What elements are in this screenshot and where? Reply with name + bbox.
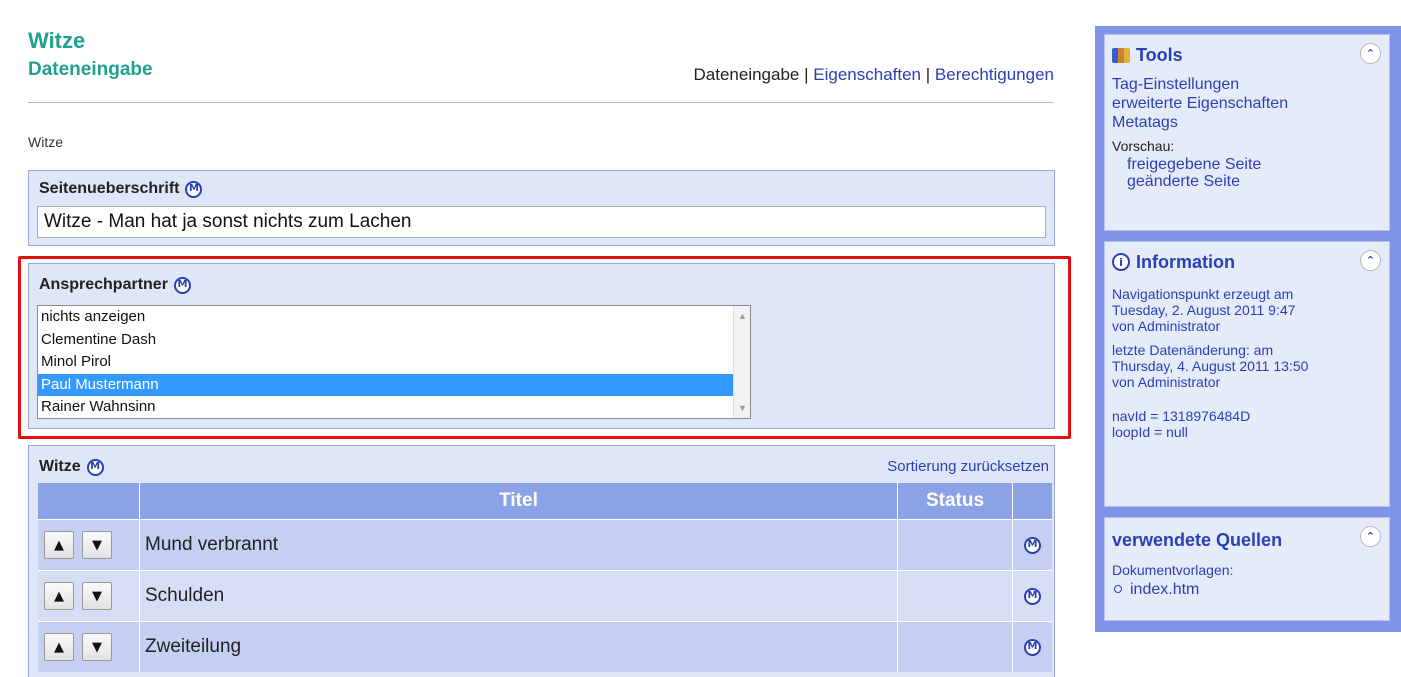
page-subtitle: Dateneingabe bbox=[28, 59, 153, 80]
table-row: ▲ ▼ Schulden M bbox=[38, 570, 1052, 621]
header-divider bbox=[28, 102, 1054, 103]
page-heading-input[interactable] bbox=[37, 206, 1046, 238]
metadata-icon[interactable]: M bbox=[1024, 536, 1041, 554]
tab-eigenschaften[interactable]: Eigenschaften bbox=[813, 65, 921, 84]
metadata-icon[interactable]: M bbox=[86, 458, 104, 476]
jokes-list-label: Witze bbox=[39, 458, 81, 475]
tools-panel-title: Tools bbox=[1136, 44, 1183, 65]
sources-panel: verwendete Quellen ⌃ Dokumentvorlagen: i… bbox=[1104, 517, 1390, 621]
move-down-button[interactable]: ▼ bbox=[82, 582, 112, 610]
published-page-link[interactable]: freigegebene Seite bbox=[1112, 156, 1382, 173]
changed-page-link[interactable]: geänderte Seite bbox=[1112, 173, 1382, 190]
move-down-button[interactable]: ▼ bbox=[82, 531, 112, 559]
page-heading-field: Seitenueberschrift M bbox=[28, 170, 1055, 246]
preview-label: Vorschau: bbox=[1112, 138, 1175, 154]
changed-text-3: von Administrator bbox=[1112, 374, 1221, 390]
created-text-1: Navigationspunkt erzeugt am bbox=[1112, 286, 1294, 302]
loop-id-text: loopId = null bbox=[1112, 424, 1188, 440]
changed-text-2: Thursday, 4. August 2011 13:50 bbox=[1112, 358, 1309, 374]
breadcrumb: Witze bbox=[28, 134, 63, 150]
templates-label: Dokumentvorlagen: bbox=[1112, 562, 1234, 578]
row-title[interactable]: Zweiteilung bbox=[139, 622, 897, 672]
extended-properties-link[interactable]: erweiterte Eigenschaften bbox=[1112, 94, 1382, 113]
source-item-index[interactable]: index.htm bbox=[1112, 580, 1382, 599]
jokes-list-field: Witze M Sortierung zurücksetzen Titel St… bbox=[28, 445, 1055, 677]
tab-navigation: Dateneingabe | Eigenschaften | Berechtig… bbox=[694, 65, 1055, 85]
row-status bbox=[897, 520, 1012, 570]
collapse-icon[interactable]: ⌃ bbox=[1360, 250, 1381, 271]
metadata-icon[interactable]: M bbox=[1024, 638, 1041, 656]
app-title: Witze bbox=[28, 28, 86, 53]
tag-settings-link[interactable]: Tag-Einstellungen bbox=[1112, 75, 1382, 94]
created-text-3: von Administrator bbox=[1112, 318, 1221, 334]
table-header: Titel Status bbox=[38, 483, 1052, 519]
highlight-frame bbox=[18, 256, 1071, 439]
row-status bbox=[897, 571, 1012, 621]
row-status bbox=[897, 622, 1012, 672]
table-row: ▲ ▼ Mund verbrannt M bbox=[38, 519, 1052, 570]
info-icon: i bbox=[1112, 253, 1130, 271]
information-panel-title: Information bbox=[1136, 251, 1235, 272]
collapse-icon[interactable]: ⌃ bbox=[1360, 43, 1381, 64]
collapse-icon[interactable]: ⌃ bbox=[1360, 526, 1381, 547]
tools-panel: Tools ⌃ Tag-Einstellungen erweiterte Eig… bbox=[1104, 34, 1390, 231]
metadata-icon[interactable]: M bbox=[185, 180, 203, 198]
column-header-title: Titel bbox=[139, 483, 897, 519]
tab-separator: | bbox=[925, 65, 931, 84]
move-down-button[interactable]: ▼ bbox=[82, 633, 112, 661]
column-header-status: Status bbox=[897, 483, 1012, 519]
jokes-table: Titel Status ▲ ▼ Mund verbrannt M ▲ ▼ Sc… bbox=[38, 483, 1052, 672]
tab-dateneingabe: Dateneingabe bbox=[693, 65, 800, 84]
metadata-icon[interactable]: M bbox=[1024, 587, 1041, 605]
move-up-button[interactable]: ▲ bbox=[44, 633, 74, 661]
tools-icon bbox=[1112, 47, 1130, 63]
row-title[interactable]: Schulden bbox=[139, 571, 897, 621]
reset-sorting-link[interactable]: Sortierung zurücksetzen bbox=[887, 458, 1049, 475]
bullet-icon bbox=[1114, 584, 1122, 593]
metatags-link[interactable]: Metatags bbox=[1112, 113, 1382, 132]
row-title[interactable]: Mund verbrannt bbox=[139, 520, 897, 570]
changed-text-1: letzte Datenänderung: am bbox=[1112, 342, 1274, 358]
tab-berechtigungen[interactable]: Berechtigungen bbox=[935, 65, 1054, 84]
move-up-button[interactable]: ▲ bbox=[44, 582, 74, 610]
page-heading-label: Seitenueberschrift bbox=[39, 180, 180, 197]
sources-panel-title: verwendete Quellen bbox=[1112, 529, 1283, 550]
sidebar: Tools ⌃ Tag-Einstellungen erweiterte Eig… bbox=[1095, 26, 1401, 632]
tab-separator: | bbox=[804, 65, 809, 84]
table-row: ▲ ▼ Zweiteilung M bbox=[38, 621, 1052, 672]
created-text-2: Tuesday, 2. August 2011 9:47 bbox=[1112, 302, 1296, 318]
move-up-button[interactable]: ▲ bbox=[44, 531, 74, 559]
nav-id-text: navId = 1318976484D bbox=[1112, 408, 1251, 424]
information-panel: i Information ⌃ Navigationspunkt erzeugt… bbox=[1104, 241, 1390, 507]
